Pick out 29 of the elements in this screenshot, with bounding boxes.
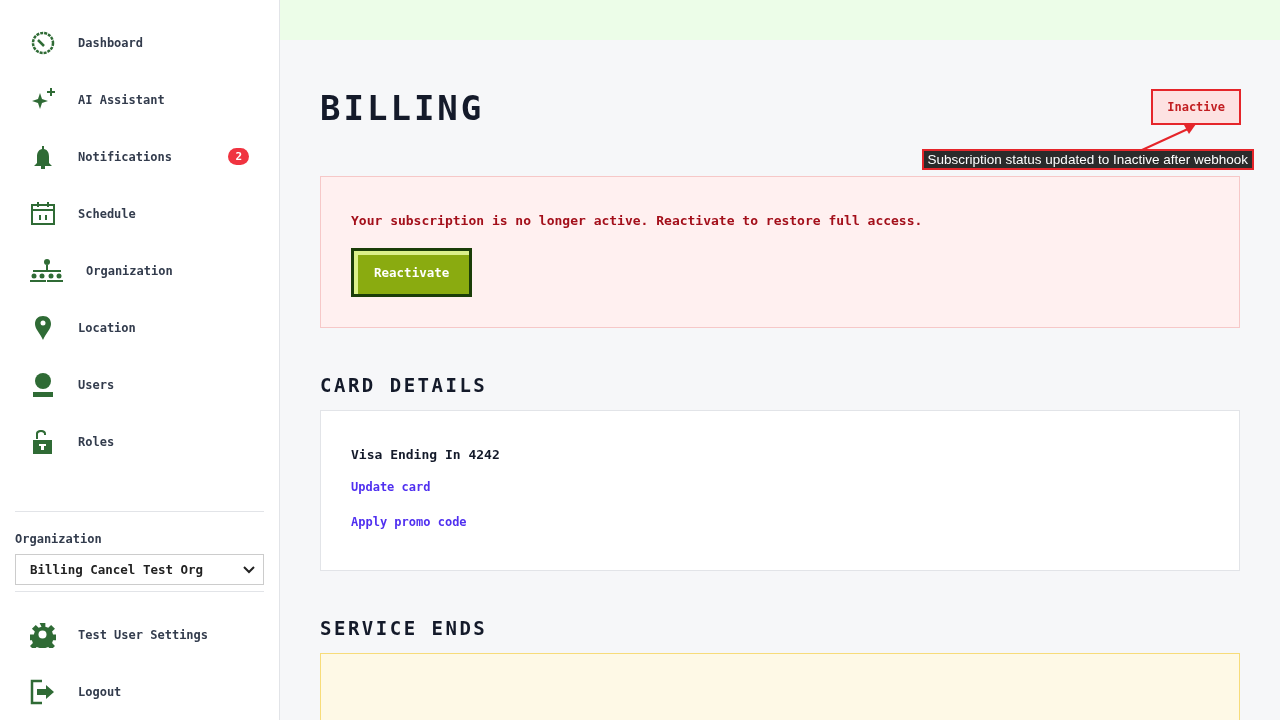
nav-item[interactable]: Logout <box>0 663 279 720</box>
nav-item[interactable]: Dashboard <box>0 14 279 71</box>
nav-item[interactable]: Location <box>0 299 279 356</box>
nav-item[interactable]: AI Assistant <box>0 71 279 128</box>
nav-item[interactable]: Roles <box>0 413 279 470</box>
action-link[interactable]: Apply promo code <box>351 515 467 529</box>
settings-icon <box>30 621 56 648</box>
page-title: BILLING <box>320 88 485 128</box>
alert-message: Your subscription is no longer active. Reactivate to restore full access. <box>351 213 924 228</box>
section-heading: SERVICE ENDS <box>320 617 489 639</box>
status-badge: Inactive <box>1151 89 1241 125</box>
organization-select[interactable]: Billing Cancel Test Org <box>15 554 264 586</box>
nav-item[interactable]: Users <box>0 356 279 413</box>
nav-item[interactable]: Schedule <box>0 185 279 242</box>
gauge-icon <box>30 29 56 56</box>
annotation-callout: Subscription status updated to Inactive after webhook <box>921 149 1254 170</box>
chevron-icon <box>243 565 255 574</box>
card-description: Visa Ending In 4242 <box>351 447 500 462</box>
nav-item[interactable]: Notifications 2 <box>0 128 279 185</box>
organization-label: Organization <box>15 532 103 547</box>
nav-item[interactable]: Test User Settings <box>0 606 279 664</box>
hierarchy-icon <box>30 257 64 284</box>
user-icon <box>30 371 56 398</box>
logout-icon <box>30 678 56 705</box>
nav-item[interactable]: Organization <box>0 242 279 299</box>
action-link[interactable]: Update card <box>351 480 431 494</box>
calendar-icon <box>30 200 56 227</box>
section-heading: CARD DETAILS <box>320 374 489 396</box>
notification-badge: 2 <box>228 148 249 165</box>
